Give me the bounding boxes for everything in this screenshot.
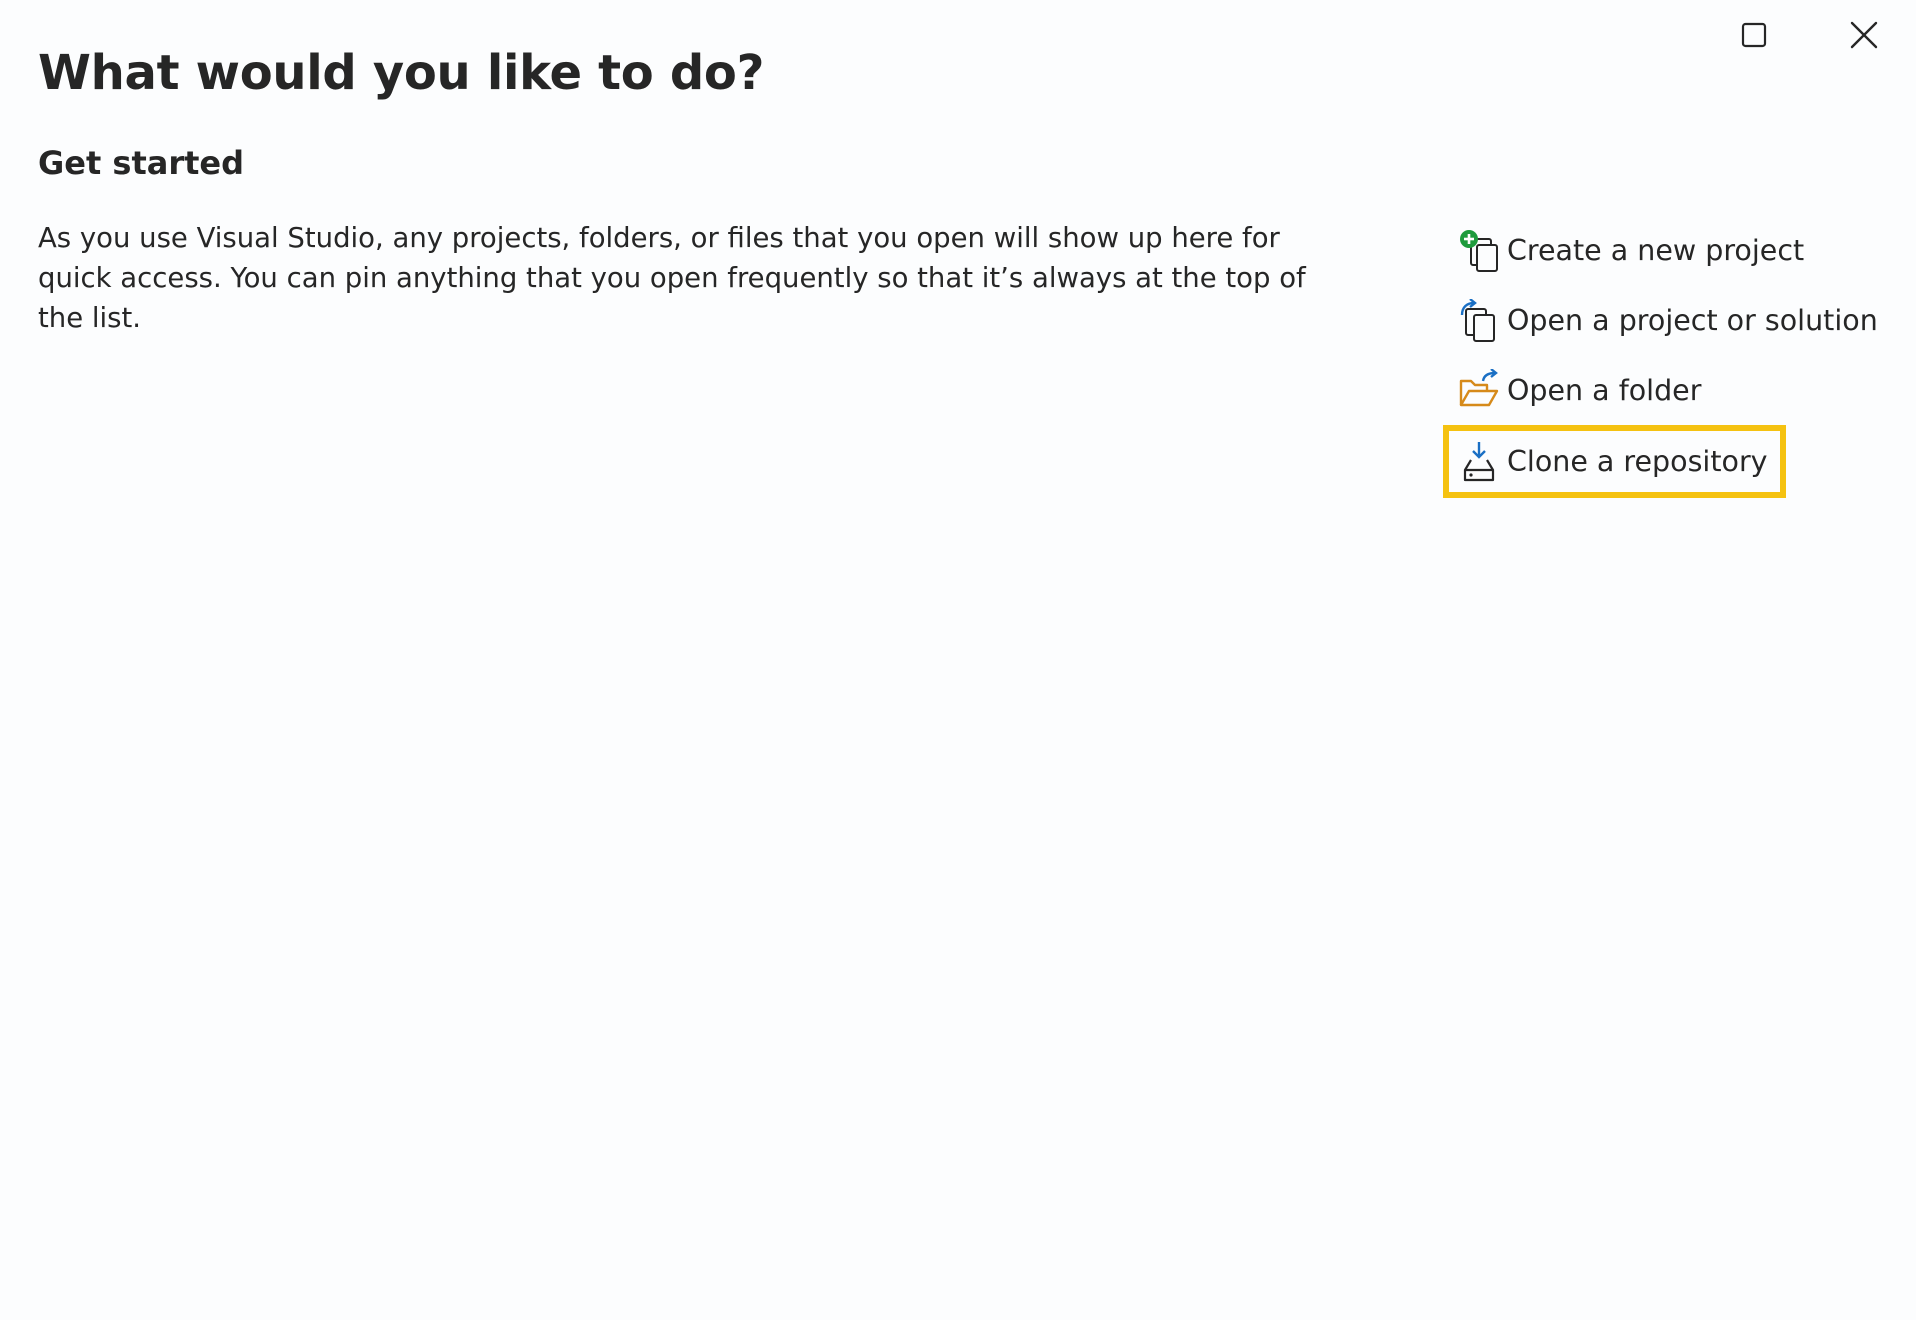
open-project-icon (1457, 299, 1501, 343)
close-button[interactable] (1841, 12, 1887, 58)
create-new-project-button[interactable]: Create a new project (1445, 216, 1816, 286)
get-started-heading: Get started (38, 144, 245, 182)
get-started-description: As you use Visual Studio, any projects, … (38, 222, 1306, 334)
maximize-icon (1741, 22, 1767, 48)
clone-repository-button[interactable]: Clone a repository (1443, 425, 1786, 498)
open-project-label: Open a project or solution (1507, 304, 1878, 337)
open-folder-label: Open a folder (1507, 374, 1702, 407)
start-window: What would you like to do? Get started A… (0, 0, 1916, 1320)
open-folder-icon (1457, 369, 1501, 413)
clone-repository-label: Clone a repository (1507, 444, 1768, 478)
page-title: What would you like to do? (38, 45, 765, 101)
maximize-button[interactable] (1731, 12, 1777, 58)
new-project-icon (1457, 229, 1501, 273)
open-folder-button[interactable]: Open a folder (1445, 356, 1713, 426)
clone-repository-icon (1457, 440, 1501, 484)
close-icon (1850, 21, 1878, 49)
create-new-project-label: Create a new project (1507, 234, 1805, 267)
open-project-button[interactable]: Open a project or solution (1445, 286, 1890, 356)
